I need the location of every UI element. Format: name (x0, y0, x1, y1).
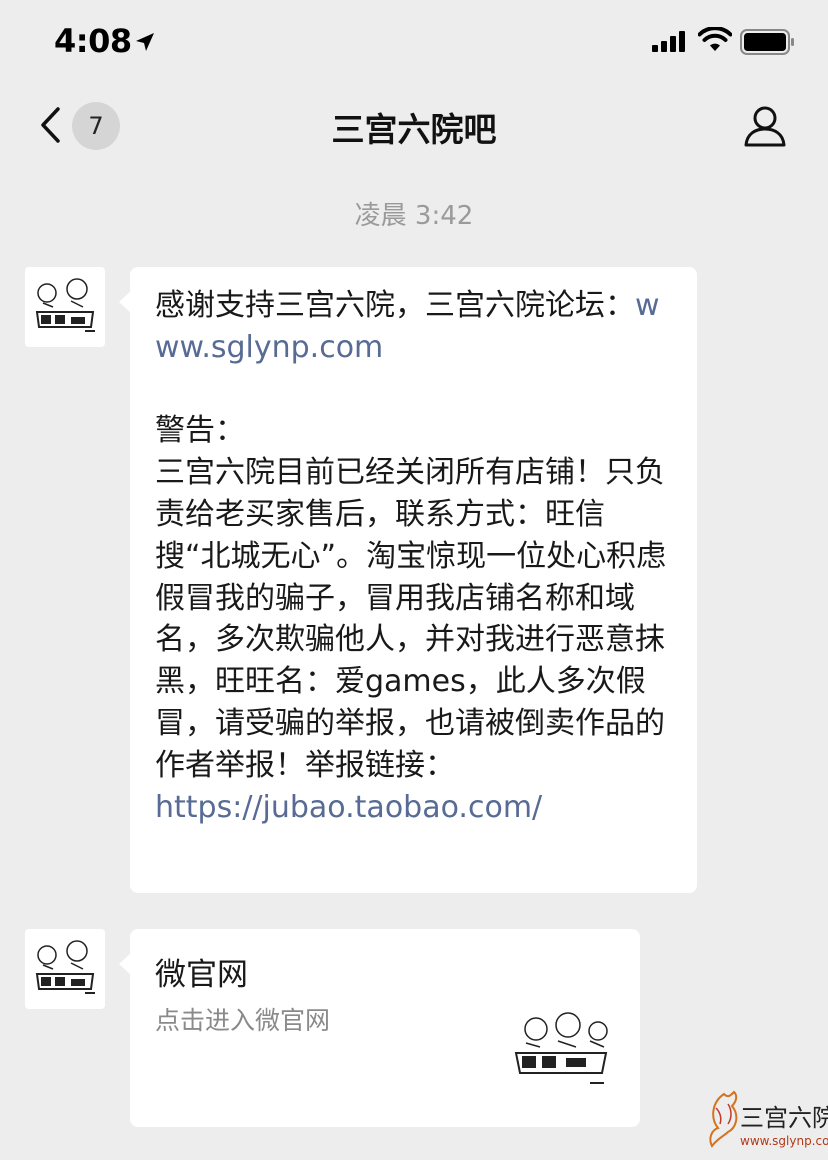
signal-icon (652, 31, 685, 52)
nav-bar: 7 三宫六院吧 (0, 84, 828, 168)
card-title: 微官网 (155, 957, 248, 993)
message-timestamp: 凌晨 3:42 (354, 201, 474, 231)
message-text-part: 感谢支持三宫六院，三宫六院论坛： (155, 288, 635, 323)
watermark-text: 三宫六院 (740, 1104, 828, 1132)
location-arrow-icon (136, 33, 154, 51)
status-time: 4:08 (54, 22, 132, 60)
message-text-part: 警告： 三宫六院目前已经关闭所有店铺！只负责给老买家售后，联系方式：旺信搜“北城… (155, 413, 667, 783)
bubble-tail (119, 291, 131, 313)
cartoon-logo-icon (35, 940, 95, 994)
battery-icon (740, 29, 794, 55)
person-icon[interactable] (744, 104, 786, 148)
status-bar: 4:08 (0, 0, 828, 84)
watermark-url: www.sglynp.com (740, 1134, 828, 1148)
report-link[interactable]: https://jubao.taobao.com/ (155, 790, 542, 825)
site-watermark: 三宫六院 www.sglynp.com (700, 1088, 828, 1160)
card-description: 点击进入微官网 (155, 1006, 331, 1035)
sender-avatar[interactable] (25, 267, 105, 347)
text-message-bubble[interactable]: 感谢支持三宫六院，三宫六院论坛：www.sglynp.com 警告： 三宫六院目… (119, 267, 697, 893)
cartoon-logo-icon (35, 278, 95, 332)
bubble-tail (119, 953, 131, 975)
chat-title: 三宫六院吧 (331, 110, 497, 149)
link-card-bubble[interactable]: 微官网 点击进入微官网 (119, 929, 640, 1127)
wifi-icon (698, 27, 732, 51)
sender-avatar[interactable] (25, 929, 105, 1009)
card-thumbnail-icon (514, 1012, 608, 1084)
message-text: 感谢支持三宫六院，三宫六院论坛：www.sglynp.com 警告： 三宫六院目… (155, 285, 680, 828)
